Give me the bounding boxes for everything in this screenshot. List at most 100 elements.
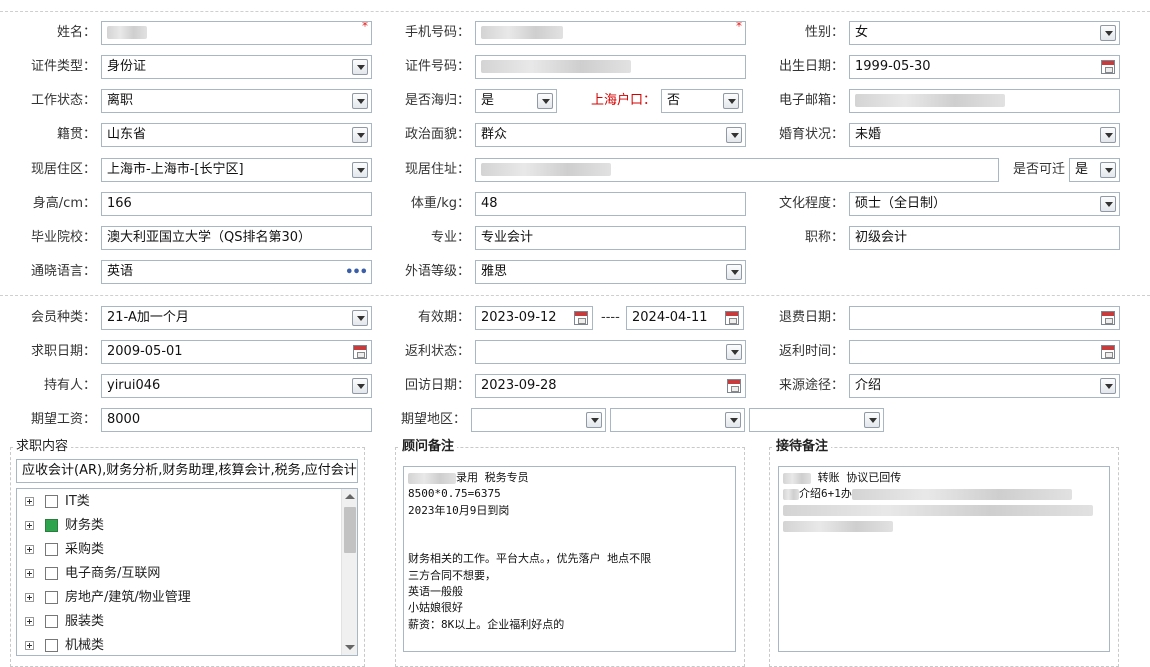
rebate-time-field[interactable] bbox=[849, 340, 1120, 364]
shanghai-hukou-select[interactable]: 否 bbox=[661, 89, 743, 113]
tree-scrollbar[interactable] bbox=[341, 489, 357, 655]
chevron-down-icon[interactable] bbox=[723, 93, 739, 109]
chevron-down-icon[interactable] bbox=[726, 264, 742, 280]
holder-select[interactable]: yirui046 bbox=[101, 374, 372, 398]
origin-select[interactable]: 山东省 bbox=[101, 123, 372, 147]
chevron-down-icon[interactable] bbox=[586, 412, 602, 428]
chevron-down-icon[interactable] bbox=[1100, 196, 1116, 212]
chevron-down-icon[interactable] bbox=[352, 59, 368, 75]
name-field[interactable]: * bbox=[101, 21, 372, 45]
rebate-status-select[interactable] bbox=[475, 340, 746, 364]
school-field[interactable]: 澳大利亚国立大学（QS排名第30） bbox=[101, 226, 372, 250]
title-value: 初级会计 bbox=[855, 230, 908, 245]
political-select[interactable]: 群众 bbox=[475, 123, 746, 147]
checkbox[interactable] bbox=[45, 639, 58, 652]
chevron-down-icon[interactable] bbox=[864, 412, 880, 428]
gender-select[interactable]: 女 bbox=[849, 21, 1120, 45]
chevron-down-icon[interactable] bbox=[1100, 127, 1116, 143]
expand-icon[interactable] bbox=[25, 569, 34, 578]
expand-icon[interactable] bbox=[25, 545, 34, 554]
calendar-icon[interactable] bbox=[1101, 311, 1115, 325]
shanghai-hukou-label: 上海户口： bbox=[590, 93, 656, 108]
language-field[interactable]: 英语 ••• bbox=[101, 260, 372, 284]
tree-item[interactable]: 采购类 bbox=[17, 538, 341, 562]
foreign-level-select[interactable]: 雅思 bbox=[475, 260, 746, 284]
checkbox[interactable] bbox=[45, 567, 58, 580]
job-category-tree[interactable]: IT类 财务类 采购类 电子商务/互联网 房地产/建筑/物业管理 服装类 机械类 bbox=[16, 488, 358, 656]
chevron-down-icon[interactable] bbox=[726, 344, 742, 360]
tree-item[interactable]: 电子商务/互联网 bbox=[17, 562, 341, 586]
expand-icon[interactable] bbox=[25, 497, 34, 506]
reception-notes-textarea[interactable]: 转账 协议已回传 介绍6+1办 bbox=[778, 466, 1110, 652]
note-line bbox=[783, 503, 1105, 519]
tree-item[interactable]: 机械类 bbox=[17, 634, 341, 655]
expand-icon[interactable] bbox=[25, 521, 34, 530]
chevron-down-icon[interactable] bbox=[352, 310, 368, 326]
education-select[interactable]: 硕士（全日制） bbox=[849, 192, 1120, 216]
birth-date-field[interactable]: 1999-05-30 bbox=[849, 55, 1120, 79]
tree-item[interactable]: 房地产/建筑/物业管理 bbox=[17, 586, 341, 610]
region-city-select[interactable] bbox=[610, 408, 745, 432]
chevron-down-icon[interactable] bbox=[537, 93, 553, 109]
expand-icon[interactable] bbox=[25, 641, 34, 650]
valid-from-field[interactable]: 2023-09-12 bbox=[475, 306, 593, 330]
email-field[interactable] bbox=[849, 89, 1120, 113]
calendar-icon[interactable] bbox=[725, 311, 739, 325]
chevron-down-icon[interactable] bbox=[352, 378, 368, 394]
marital-select[interactable]: 未婚 bbox=[849, 123, 1120, 147]
id-no-field[interactable] bbox=[475, 55, 746, 79]
expand-icon[interactable] bbox=[25, 617, 34, 626]
tree-item-label: 电子商务/互联网 bbox=[65, 566, 161, 581]
more-icon[interactable]: ••• bbox=[345, 262, 368, 283]
calendar-icon[interactable] bbox=[727, 379, 741, 393]
title-field[interactable]: 初级会计 bbox=[849, 226, 1120, 250]
valid-to-field[interactable]: 2024-04-11 bbox=[626, 306, 744, 330]
region-province-select[interactable] bbox=[471, 408, 606, 432]
chevron-down-icon[interactable] bbox=[1100, 162, 1116, 178]
tree-item[interactable]: 财务类 bbox=[17, 514, 341, 538]
chevron-down-icon[interactable] bbox=[1100, 378, 1116, 394]
scrollbar-thumb[interactable] bbox=[344, 507, 356, 553]
chevron-down-icon[interactable] bbox=[352, 162, 368, 178]
height-field[interactable]: 166 bbox=[101, 192, 372, 216]
chevron-down-icon[interactable] bbox=[352, 93, 368, 109]
calendar-icon[interactable] bbox=[574, 311, 588, 325]
member-type-select[interactable]: 21-A加一个月 bbox=[101, 306, 372, 330]
address-field[interactable] bbox=[475, 158, 999, 182]
scroll-down-icon[interactable] bbox=[345, 645, 355, 650]
education-label: 文化程度： bbox=[778, 196, 844, 211]
checkbox-checked[interactable] bbox=[45, 519, 58, 532]
chevron-down-icon[interactable] bbox=[1100, 25, 1116, 41]
visit-date-field[interactable]: 2023-09-28 bbox=[475, 374, 746, 398]
relocate-select[interactable]: 是 bbox=[1069, 158, 1120, 182]
returnee-select[interactable]: 是 bbox=[475, 89, 557, 113]
id-type-select[interactable]: 身份证 bbox=[101, 55, 372, 79]
checkbox[interactable] bbox=[45, 591, 58, 604]
refund-date-field[interactable] bbox=[849, 306, 1120, 330]
job-content-summary[interactable]: 应收会计(AR),财务分析,财务助理,核算会计,税务,应付会计 bbox=[16, 459, 358, 483]
shanghai-hukou-value: 否 bbox=[667, 93, 681, 108]
chevron-down-icon[interactable] bbox=[726, 127, 742, 143]
mobile-field[interactable]: * bbox=[475, 21, 746, 45]
calendar-icon[interactable] bbox=[1101, 345, 1115, 359]
checkbox[interactable] bbox=[45, 615, 58, 628]
calendar-icon[interactable] bbox=[353, 345, 367, 359]
calendar-icon[interactable] bbox=[1101, 60, 1115, 74]
chevron-down-icon[interactable] bbox=[352, 127, 368, 143]
checkbox[interactable] bbox=[45, 495, 58, 508]
weight-field[interactable]: 48 bbox=[475, 192, 746, 216]
tree-item[interactable]: 服装类 bbox=[17, 610, 341, 634]
job-date-field[interactable]: 2009-05-01 bbox=[101, 340, 372, 364]
region-district-select[interactable] bbox=[749, 408, 884, 432]
residence-area-select[interactable]: 上海市-上海市-[长宁区] bbox=[101, 158, 372, 182]
work-status-select[interactable]: 离职 bbox=[101, 89, 372, 113]
salary-field[interactable]: 8000 bbox=[101, 408, 372, 432]
chevron-down-icon[interactable] bbox=[725, 412, 741, 428]
expand-icon[interactable] bbox=[25, 593, 34, 602]
advisor-notes-textarea[interactable]: 录用 税务专员 8500*0.75=6375 2023年10月9日到岗 财务相关… bbox=[403, 466, 736, 652]
source-select[interactable]: 介绍 bbox=[849, 374, 1120, 398]
checkbox[interactable] bbox=[45, 543, 58, 556]
scroll-up-icon[interactable] bbox=[345, 494, 355, 499]
tree-item[interactable]: IT类 bbox=[17, 490, 341, 514]
major-field[interactable]: 专业会计 bbox=[475, 226, 746, 250]
